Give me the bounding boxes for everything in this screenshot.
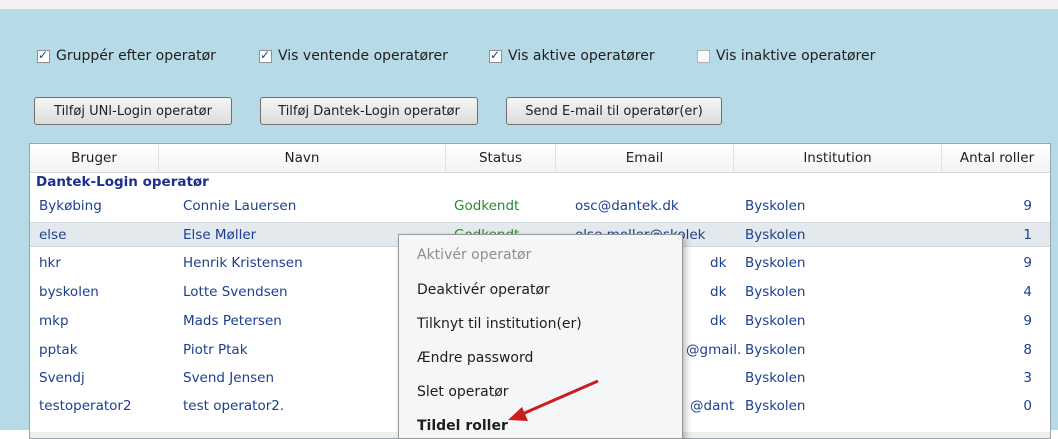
- cell-institution: Byskolen: [745, 370, 806, 386]
- send-email-button[interactable]: Send E-mail til operatør(er): [506, 97, 722, 125]
- checkbox-label: Vis inaktive operatører: [716, 48, 876, 64]
- cell-email: @dant: [690, 398, 735, 414]
- cell-bruger: else: [39, 227, 67, 243]
- cell-navn: Connie Lauersen: [183, 198, 297, 214]
- column-header-navn[interactable]: Navn: [159, 144, 446, 172]
- cell-email: dk: [710, 284, 727, 300]
- menu-item-delete-operator[interactable]: Slet operatør: [417, 384, 509, 400]
- column-header-status[interactable]: Status: [446, 144, 556, 172]
- group-by-operator-checkbox[interactable]: Gruppér efter operatør: [37, 46, 216, 66]
- add-uni-login-button[interactable]: Tilføj UNI-Login operatør: [34, 97, 232, 125]
- cell-institution: Byskolen: [745, 255, 806, 271]
- cell-antal-roller: 1: [1023, 227, 1032, 243]
- column-header-email[interactable]: Email: [556, 144, 734, 172]
- checkbox-label: Vis aktive operatører: [508, 48, 655, 64]
- column-header-antal-roller[interactable]: Antal roller: [942, 144, 1050, 172]
- cell-email: [686, 366, 741, 391]
- checkbox-box[interactable]: [697, 49, 710, 63]
- cell-antal-roller: 3: [1023, 370, 1032, 386]
- column-header-institution[interactable]: Institution: [734, 144, 942, 172]
- cell-antal-roller: 9: [1023, 255, 1032, 271]
- cell-bruger: Bykøbing: [39, 198, 102, 214]
- cell-bruger: Svendj: [39, 370, 85, 386]
- menu-item-activate-operator[interactable]: Aktivér operatør: [417, 247, 531, 263]
- show-pending-checkbox[interactable]: Vis ventende operatører: [259, 46, 448, 66]
- cell-antal-roller: 9: [1023, 313, 1032, 329]
- context-menu: Aktivér operatør Deaktivér operatør Tilk…: [398, 234, 683, 439]
- cell-bruger: hkr: [39, 255, 61, 271]
- group-header: Dantek-Login operatør: [36, 174, 209, 190]
- menu-item-deactivate-operator[interactable]: Deaktivér operatør: [417, 282, 550, 298]
- show-active-checkbox[interactable]: Vis aktive operatører: [489, 46, 655, 66]
- cell-email: @gmail.: [686, 342, 741, 358]
- checkbox-box[interactable]: [37, 48, 50, 63]
- cell-bruger: testoperator2: [39, 398, 132, 414]
- cell-status: Godkendt: [454, 198, 520, 214]
- cell-institution: Byskolen: [745, 198, 806, 214]
- add-dantek-login-button[interactable]: Tilføj Dantek-Login operatør: [260, 97, 478, 125]
- cell-institution: Byskolen: [745, 398, 806, 414]
- table-row[interactable]: Bykøbing Connie Lauersen Godkendt osc@da…: [30, 194, 1050, 219]
- cell-email: dk: [710, 255, 727, 271]
- cell-antal-roller: 0: [1023, 398, 1032, 414]
- cell-bruger: mkp: [39, 313, 69, 329]
- column-header-bruger[interactable]: Bruger: [30, 144, 159, 172]
- cell-email: osc@dantek.dk: [575, 198, 679, 214]
- menu-item-assign-roles[interactable]: Tildel roller: [417, 418, 508, 434]
- cell-institution: Byskolen: [745, 313, 806, 329]
- cell-bruger: pptak: [39, 342, 78, 358]
- table-header: Bruger Navn Status Email Institution Ant…: [30, 144, 1050, 173]
- cell-antal-roller: 8: [1023, 342, 1032, 358]
- menu-item-link-institution[interactable]: Tilknyt til institution(er): [417, 316, 582, 332]
- cell-bruger: byskolen: [39, 284, 99, 300]
- checkbox-box[interactable]: [489, 48, 502, 63]
- cell-institution: Byskolen: [745, 284, 806, 300]
- operator-panel: Gruppér efter operatør Vis ventende oper…: [0, 0, 1058, 439]
- cell-antal-roller: 4: [1023, 284, 1032, 300]
- checkbox-label: Gruppér efter operatør: [56, 48, 216, 64]
- cell-antal-roller: 9: [1023, 198, 1032, 214]
- checkbox-box[interactable]: [259, 48, 272, 63]
- cell-institution: Byskolen: [745, 342, 806, 358]
- cell-email: dk: [710, 313, 727, 329]
- cell-institution: Byskolen: [745, 227, 806, 243]
- show-inactive-checkbox[interactable]: Vis inaktive operatører: [697, 46, 875, 66]
- menu-item-change-password[interactable]: Ændre password: [417, 350, 533, 366]
- checkbox-label: Vis ventende operatører: [278, 48, 448, 64]
